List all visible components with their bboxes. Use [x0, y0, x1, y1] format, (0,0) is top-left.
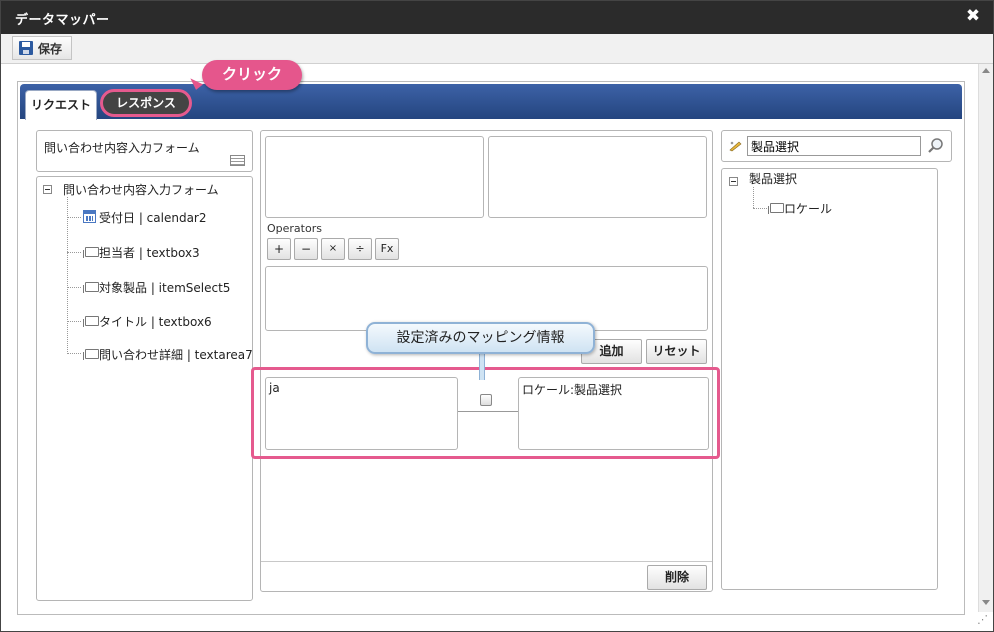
resize-grip-icon[interactable]: ⋰	[977, 613, 992, 629]
click-callout: クリック	[202, 60, 302, 90]
source-tree-root[interactable]: 問い合わせ内容入力フォーム	[63, 181, 219, 198]
field-icon	[83, 316, 99, 327]
title-bar: データマッパー ✖	[1, 1, 993, 34]
minus-operator-button[interactable]: −	[294, 238, 318, 260]
field-icon	[83, 247, 99, 258]
scroll-up-arrow-icon[interactable]	[978, 64, 993, 78]
target-tree-item[interactable]: ロケール	[784, 200, 832, 217]
source-tree-item[interactable]: 担当者 | textbox3	[99, 244, 200, 261]
divider	[261, 561, 712, 562]
tab-request[interactable]: リクエスト	[25, 90, 97, 120]
mapping-highlight-frame	[251, 367, 720, 459]
reset-button[interactable]: リセット	[646, 339, 707, 364]
tree-connector	[67, 353, 81, 354]
save-button[interactable]: 保存	[12, 36, 73, 60]
form-list-icon[interactable]	[230, 155, 245, 166]
tree-connector	[67, 287, 81, 288]
search-box-panel	[721, 130, 952, 162]
form-title-box: 問い合わせ内容入力フォーム	[36, 130, 253, 172]
source-tree-item[interactable]: 受付日 | calendar2	[99, 209, 207, 226]
vertical-scrollbar[interactable]	[978, 64, 993, 612]
scroll-down-arrow-icon[interactable]	[978, 596, 993, 610]
multiply-operator-button[interactable]: ×	[321, 238, 345, 260]
operators-label: Operators	[267, 222, 322, 235]
tree-connector	[67, 217, 81, 218]
search-icon[interactable]	[927, 137, 945, 155]
source-field-box[interactable]	[265, 136, 484, 218]
tree-connector	[67, 321, 81, 322]
source-tree-item[interactable]: タイトル | textbox6	[99, 313, 212, 330]
calendar-icon	[83, 210, 96, 223]
target-tree-panel: 製品選択 ロケール	[721, 168, 938, 590]
collapse-icon[interactable]	[43, 185, 52, 194]
divide-operator-button[interactable]: ÷	[348, 238, 372, 260]
tree-connector	[67, 252, 81, 253]
function-operator-button[interactable]: Fx	[375, 238, 399, 260]
save-button-label: 保存	[38, 41, 63, 56]
delete-button[interactable]: 削除	[647, 565, 707, 590]
edit-pencil-icon	[729, 140, 743, 152]
target-tree-root[interactable]: 製品選択	[749, 170, 797, 187]
toolbar: 保存	[1, 34, 993, 64]
source-tree-panel: 問い合わせ内容入力フォーム 受付日 | calendar2 担当者 | text…	[36, 176, 253, 601]
target-field-box[interactable]	[488, 136, 707, 218]
floppy-disk-icon	[19, 41, 33, 55]
tree-connector	[753, 187, 754, 208]
close-icon[interactable]: ✖	[963, 6, 983, 26]
mapping-callout-tail	[479, 352, 485, 380]
mapping-info-callout: 設定済みのマッピング情報	[366, 322, 595, 354]
field-icon	[83, 349, 99, 360]
source-tree-item[interactable]: 問い合わせ詳細 | textarea7	[99, 346, 253, 363]
form-title: 問い合わせ内容入力フォーム	[44, 141, 200, 155]
field-icon	[83, 282, 99, 293]
tree-connector	[67, 197, 68, 352]
plus-operator-button[interactable]: +	[267, 238, 291, 260]
tree-connector	[753, 208, 767, 209]
field-icon	[768, 203, 784, 214]
window-title: データマッパー	[15, 13, 110, 28]
data-mapper-window: データマッパー ✖ 保存 ⋰ リクエスト レスポンス クリック 問い合わせ内容入…	[0, 0, 994, 632]
collapse-icon[interactable]	[729, 177, 738, 186]
source-tree-item[interactable]: 対象製品 | itemSelect5	[99, 279, 230, 296]
search-input[interactable]	[747, 136, 921, 156]
tab-response[interactable]: レスポンス	[100, 89, 192, 117]
